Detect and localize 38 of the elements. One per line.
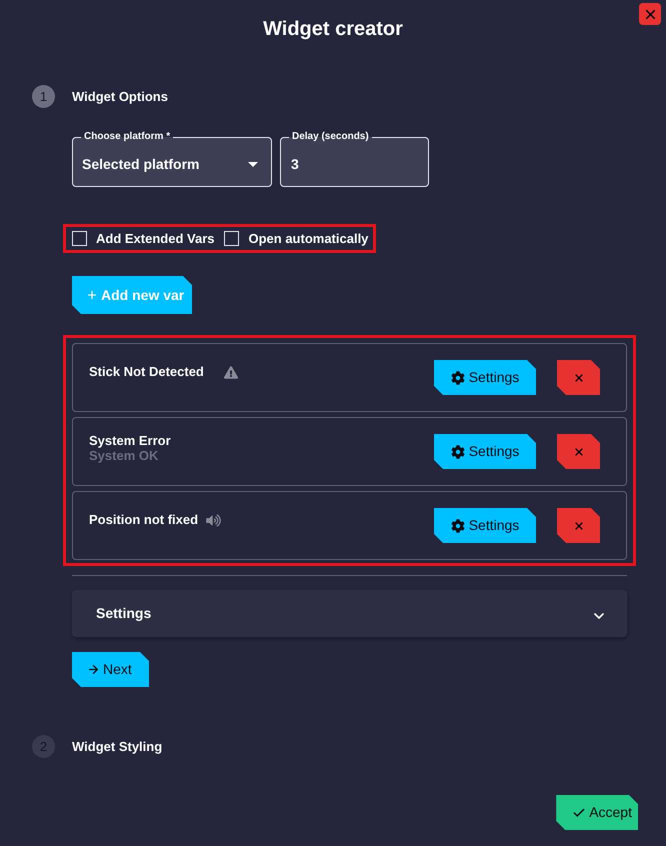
field-label: Delay (seconds): [291, 131, 370, 143]
var-title: Stick Not Detected: [89, 364, 204, 380]
window-title: Widget creator: [263, 17, 403, 42]
checkbox-label[interactable]: Add Extended Vars: [96, 230, 214, 246]
delete-button[interactable]: [557, 360, 600, 395]
close-icon: [572, 520, 584, 532]
plus-icon: [86, 289, 98, 301]
platform-select[interactable]: Choose platform * Selected platform: [72, 131, 272, 187]
field-label: Choose platform *: [83, 131, 172, 143]
var-subtitle: System OK: [89, 449, 158, 463]
close-icon: [572, 446, 584, 458]
gear-icon: [450, 370, 465, 384]
var-title: Position not fixed: [89, 512, 198, 528]
settings-button[interactable]: Settings: [434, 360, 536, 395]
var-title: System Error: [89, 433, 171, 449]
arrow-right-icon: [87, 663, 100, 676]
step-number: 1: [32, 85, 55, 108]
next-button[interactable]: Next: [72, 652, 149, 687]
check-icon: [572, 806, 586, 820]
accept-button[interactable]: Accept: [556, 795, 638, 830]
settings-button[interactable]: Settings: [434, 434, 536, 469]
warning-icon: [224, 366, 238, 379]
delete-button[interactable]: [557, 508, 600, 543]
checkbox-label[interactable]: Open automatically: [248, 230, 368, 246]
step-title: Widget Styling: [72, 738, 162, 754]
speaker-icon: [205, 514, 222, 527]
delay-field[interactable]: Delay (seconds) 3: [280, 131, 429, 187]
settings-accordion[interactable]: Settings: [72, 590, 627, 637]
step-title: Widget Options: [72, 88, 168, 104]
caret-icon: [248, 162, 258, 167]
delete-button[interactable]: [557, 434, 600, 469]
gear-icon: [450, 518, 465, 532]
settings-button[interactable]: Settings: [434, 508, 536, 543]
close-button[interactable]: [639, 3, 661, 25]
gear-icon: [450, 444, 465, 458]
checkbox[interactable]: [72, 231, 87, 246]
close-icon: [572, 372, 584, 384]
checkbox[interactable]: [224, 231, 240, 246]
